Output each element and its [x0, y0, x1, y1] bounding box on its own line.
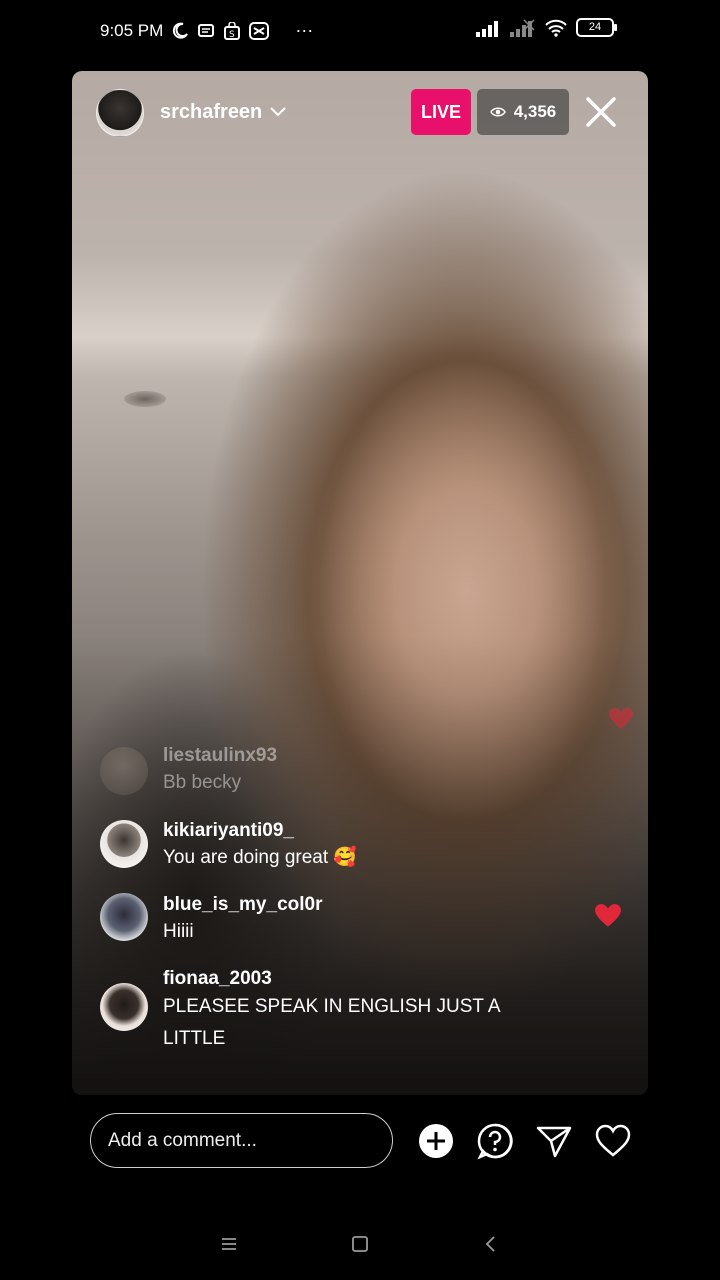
- commenter-avatar[interactable]: [100, 893, 148, 941]
- host-avatar[interactable]: [96, 89, 144, 137]
- comment-text: Bb becky: [163, 772, 242, 793]
- sms-icon: [198, 23, 215, 37]
- moon-icon: [173, 22, 189, 39]
- comment-input[interactable]: Add a comment...: [90, 1113, 393, 1168]
- comment-username[interactable]: fionaa_2003: [163, 968, 272, 990]
- signal-icon: [476, 20, 498, 37]
- status-left: 9:05 PM S ···: [100, 20, 313, 41]
- live-video[interactable]: srchafreen LIVE 4,356 liestaulinx93 Bb b…: [72, 71, 648, 1095]
- comment-username[interactable]: kikiariyanti09_: [163, 820, 294, 842]
- shop-icon: S: [224, 21, 241, 40]
- eye-icon: [489, 107, 506, 117]
- battery-icon: 24: [576, 18, 617, 37]
- floating-heart-icon: [595, 904, 621, 927]
- menu-nav-icon[interactable]: [219, 1234, 239, 1254]
- viewer-count-badge[interactable]: 4,356: [477, 89, 569, 135]
- floating-heart-icon: [609, 708, 633, 729]
- comment-text-continued: LITTLE: [163, 1028, 226, 1049]
- status-right: 24: [476, 18, 617, 37]
- send-icon[interactable]: [535, 1122, 573, 1160]
- host-name[interactable]: srchafreen: [160, 101, 262, 124]
- status-time: 9:05 PM: [100, 20, 164, 40]
- close-icon[interactable]: [582, 93, 620, 131]
- commenter-avatar[interactable]: [100, 747, 148, 795]
- back-nav-icon[interactable]: [481, 1234, 501, 1254]
- comment-input-placeholder: Add a comment...: [108, 1130, 257, 1151]
- chevron-down-icon[interactable]: [267, 101, 289, 123]
- commenter-avatar[interactable]: [100, 983, 148, 1031]
- video-background-detail: [124, 391, 166, 407]
- signal-weak-icon: [510, 18, 535, 37]
- live-header: srchafreen LIVE 4,356: [72, 71, 648, 157]
- video-shade: [72, 635, 648, 1095]
- live-badge: LIVE: [411, 89, 471, 135]
- question-icon[interactable]: [476, 1122, 514, 1160]
- comment-username[interactable]: liestaulinx93: [163, 745, 277, 767]
- add-icon[interactable]: [417, 1122, 455, 1160]
- status-bar: 9:05 PM S ··· 24: [0, 0, 720, 62]
- more-dots: ···: [295, 20, 314, 40]
- viewer-count: 4,356: [513, 102, 557, 121]
- svg-text:S: S: [229, 30, 235, 40]
- comment-text: You are doing great 🥰: [163, 847, 358, 868]
- wifi-icon: [545, 19, 567, 37]
- home-nav-icon[interactable]: [350, 1234, 370, 1254]
- comment-text: PLEASEE SPEAK IN ENGLISH JUST A: [163, 996, 501, 1017]
- comment-text: Hiiii: [163, 921, 194, 942]
- capcut-icon: [249, 21, 270, 40]
- commenter-avatar[interactable]: [100, 820, 148, 868]
- comment-username[interactable]: blue_is_my_col0r: [163, 894, 322, 916]
- screen: 9:05 PM S ··· 24 srchafreen LIVE 4,356 l…: [0, 0, 720, 1280]
- heart-icon[interactable]: [594, 1122, 632, 1160]
